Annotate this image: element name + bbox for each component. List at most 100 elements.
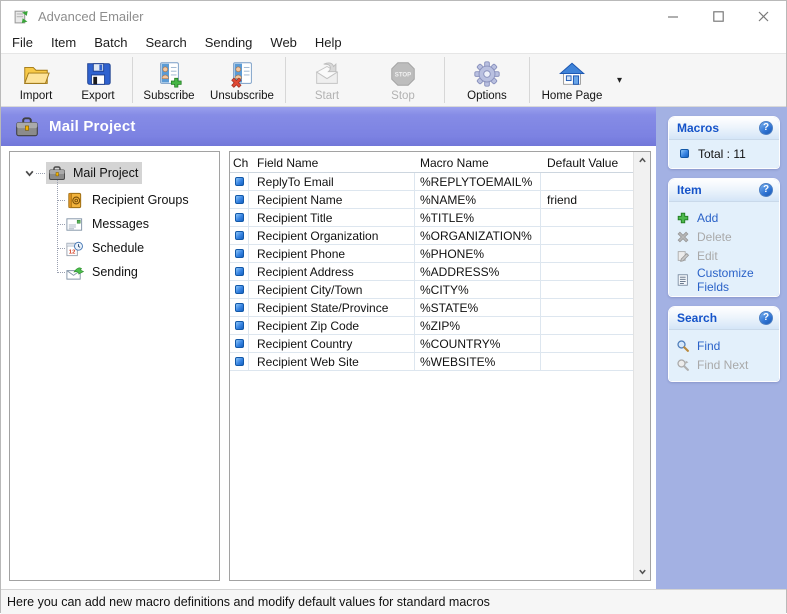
- tree-expander-icon[interactable]: [22, 166, 36, 180]
- checkbox-icon[interactable]: [235, 339, 244, 348]
- menu-search[interactable]: Search: [137, 33, 196, 52]
- app-window: Advanced Emailer File Item Batch Search …: [0, 0, 787, 613]
- options-button[interactable]: Options: [448, 55, 526, 105]
- menu-web[interactable]: Web: [261, 33, 306, 52]
- macros-panel: Macros ? Total : 11: [668, 116, 780, 169]
- default-value-cell[interactable]: [541, 317, 633, 334]
- tree-children: Recipient Groups Messages: [10, 188, 219, 284]
- default-value-cell[interactable]: [541, 335, 633, 352]
- checkbox-icon[interactable]: [235, 213, 244, 222]
- minimize-button[interactable]: [651, 1, 696, 31]
- field-name-cell: Recipient Address: [249, 263, 415, 280]
- menu-sending[interactable]: Sending: [196, 33, 262, 52]
- send-mail-icon: [312, 59, 342, 89]
- delete-x-icon: [676, 230, 690, 244]
- find-action[interactable]: Find: [676, 336, 773, 355]
- default-value-cell[interactable]: [541, 281, 633, 298]
- scroll-down-icon[interactable]: [634, 563, 650, 580]
- contact-card-remove-icon: [227, 59, 257, 89]
- checkbox-icon[interactable]: [235, 321, 244, 330]
- default-value-cell[interactable]: [541, 353, 633, 370]
- macro-name-cell: %TITLE%: [415, 209, 541, 226]
- menu-item[interactable]: Item: [42, 33, 85, 52]
- main-area: Mail Project Recipient Groups: [1, 146, 656, 589]
- table-row[interactable]: Recipient City/Town %CITY%: [230, 281, 633, 299]
- unsubscribe-button[interactable]: Unsubscribe: [202, 55, 282, 105]
- help-icon[interactable]: ?: [759, 311, 773, 325]
- column-header-default[interactable]: Default Value: [541, 155, 633, 170]
- table-row[interactable]: Recipient Phone %PHONE%: [230, 245, 633, 263]
- add-plus-icon: [676, 211, 690, 225]
- help-icon[interactable]: ?: [759, 183, 773, 197]
- column-header-macro[interactable]: Macro Name: [415, 155, 541, 170]
- export-button[interactable]: Export: [67, 55, 129, 105]
- default-value-cell[interactable]: [541, 173, 633, 190]
- menu-file[interactable]: File: [3, 33, 42, 52]
- tree-selected-node[interactable]: Mail Project: [46, 162, 142, 184]
- tree-node-sending[interactable]: Sending: [10, 260, 219, 284]
- help-icon[interactable]: ?: [759, 121, 773, 135]
- checkbox-icon[interactable]: [235, 195, 244, 204]
- subscribe-button[interactable]: Subscribe: [136, 55, 202, 105]
- table-row[interactable]: Recipient Zip Code %ZIP%: [230, 317, 633, 335]
- macros-panel-title: Macros: [677, 121, 759, 135]
- project-tree: Mail Project Recipient Groups: [9, 151, 220, 581]
- macro-name-cell: %NAME%: [415, 191, 541, 208]
- table-row[interactable]: ReplyTo Email %REPLYTOEMAIL%: [230, 173, 633, 191]
- checkbox-icon[interactable]: [235, 285, 244, 294]
- action-sidebar: Macros ? Total : 11 Item ? Add: [656, 107, 787, 589]
- field-name-cell: Recipient Zip Code: [249, 317, 415, 334]
- menu-batch[interactable]: Batch: [85, 33, 136, 52]
- default-value-cell[interactable]: [541, 209, 633, 226]
- home-page-dropdown-icon[interactable]: ▾: [617, 75, 622, 86]
- checkbox-icon[interactable]: [235, 231, 244, 240]
- checkbox-icon[interactable]: [235, 249, 244, 258]
- default-value-cell[interactable]: [541, 227, 633, 244]
- tree-node-recipient-groups[interactable]: Recipient Groups: [10, 188, 219, 212]
- table-row[interactable]: Recipient State/Province %STATE%: [230, 299, 633, 317]
- customize-fields-action[interactable]: Customize Fields: [676, 270, 773, 289]
- tree-node-schedule[interactable]: 12 Schedule: [10, 236, 219, 260]
- macro-name-cell: %REPLYTOEMAIL%: [415, 173, 541, 190]
- tree-node-label: Mail Project: [73, 166, 138, 180]
- checkbox-icon[interactable]: [235, 177, 244, 186]
- stop-button: STOP Stop: [365, 55, 441, 105]
- home-page-button[interactable]: Home Page: [533, 55, 611, 105]
- tree-node-mail-project[interactable]: Mail Project: [10, 160, 219, 186]
- item-panel: Item ? Add Delete: [668, 178, 780, 297]
- default-value-cell[interactable]: [541, 245, 633, 262]
- table-row[interactable]: Recipient Organization %ORGANIZATION%: [230, 227, 633, 245]
- checkbox-icon[interactable]: [235, 303, 244, 312]
- table-row[interactable]: Recipient Title %TITLE%: [230, 209, 633, 227]
- column-header-ch[interactable]: Ch: [230, 155, 249, 170]
- import-button[interactable]: Import: [5, 55, 67, 105]
- document-list-icon: [676, 273, 690, 287]
- checkbox-icon[interactable]: [235, 357, 244, 366]
- contact-card-add-icon: [154, 59, 184, 89]
- default-value-cell[interactable]: [541, 263, 633, 280]
- table-row[interactable]: Recipient Name %NAME% friend: [230, 191, 633, 209]
- toolbar-separator: [285, 57, 286, 103]
- field-name-cell: Recipient State/Province: [249, 299, 415, 316]
- sending-envelope-icon: [65, 263, 84, 282]
- close-button[interactable]: [741, 1, 786, 31]
- delete-action: Delete: [676, 227, 773, 246]
- macros-total-label: Total : 11: [698, 147, 746, 161]
- add-action[interactable]: Add: [676, 208, 773, 227]
- table-row[interactable]: Recipient Country %COUNTRY%: [230, 335, 633, 353]
- scroll-up-icon[interactable]: [634, 152, 650, 169]
- default-value-cell[interactable]: friend: [541, 191, 633, 208]
- table-header: Ch Field Name Macro Name Default Value: [230, 152, 633, 173]
- gear-icon: [472, 59, 502, 89]
- column-header-field[interactable]: Field Name: [249, 155, 415, 170]
- default-value-cell[interactable]: [541, 299, 633, 316]
- window-title: Advanced Emailer: [38, 9, 144, 24]
- vertical-scrollbar[interactable]: [633, 152, 650, 580]
- maximize-button[interactable]: [696, 1, 741, 31]
- tree-node-messages[interactable]: Messages: [10, 212, 219, 236]
- menu-help[interactable]: Help: [306, 33, 351, 52]
- checkbox-icon[interactable]: [235, 267, 244, 276]
- table-row[interactable]: Recipient Address %ADDRESS%: [230, 263, 633, 281]
- address-book-icon: [65, 191, 84, 210]
- table-row[interactable]: Recipient Web Site %WEBSITE%: [230, 353, 633, 371]
